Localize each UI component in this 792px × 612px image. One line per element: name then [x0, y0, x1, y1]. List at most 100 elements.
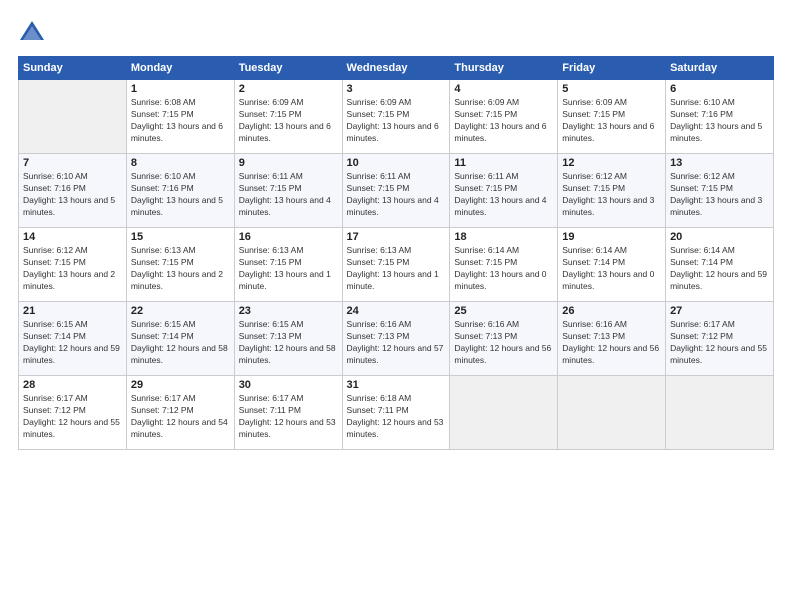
sunset-label: Sunset: 7:13 PM [239, 331, 302, 341]
weekday-header-tuesday: Tuesday [234, 57, 342, 80]
daylight-label: Daylight: 13 hours and 2 minutes. [23, 269, 115, 291]
sunrise-label: Sunrise: 6:13 AM [239, 245, 304, 255]
sunset-label: Sunset: 7:15 PM [347, 183, 410, 193]
daylight-label: Daylight: 13 hours and 3 minutes. [670, 195, 762, 217]
weekday-header-saturday: Saturday [666, 57, 774, 80]
header [18, 18, 774, 46]
calendar-cell: 18 Sunrise: 6:14 AM Sunset: 7:15 PM Dayl… [450, 228, 558, 302]
sunrise-label: Sunrise: 6:10 AM [131, 171, 196, 181]
day-info: Sunrise: 6:10 AM Sunset: 7:16 PM Dayligh… [23, 171, 122, 219]
sunrise-label: Sunrise: 6:08 AM [131, 97, 196, 107]
calendar-cell: 28 Sunrise: 6:17 AM Sunset: 7:12 PM Dayl… [19, 376, 127, 450]
sunset-label: Sunset: 7:14 PM [131, 331, 194, 341]
sunset-label: Sunset: 7:13 PM [454, 331, 517, 341]
calendar-cell: 15 Sunrise: 6:13 AM Sunset: 7:15 PM Dayl… [126, 228, 234, 302]
sunset-label: Sunset: 7:15 PM [670, 183, 733, 193]
day-number: 2 [239, 83, 338, 95]
calendar-cell: 31 Sunrise: 6:18 AM Sunset: 7:11 PM Dayl… [342, 376, 450, 450]
day-info: Sunrise: 6:11 AM Sunset: 7:15 PM Dayligh… [347, 171, 446, 219]
day-number: 23 [239, 305, 338, 317]
day-info: Sunrise: 6:17 AM Sunset: 7:12 PM Dayligh… [23, 393, 122, 441]
daylight-label: Daylight: 12 hours and 53 minutes. [239, 417, 336, 439]
day-info: Sunrise: 6:16 AM Sunset: 7:13 PM Dayligh… [562, 319, 661, 367]
sunrise-label: Sunrise: 6:09 AM [562, 97, 627, 107]
sunset-label: Sunset: 7:15 PM [562, 183, 625, 193]
day-info: Sunrise: 6:11 AM Sunset: 7:15 PM Dayligh… [239, 171, 338, 219]
sunset-label: Sunset: 7:15 PM [347, 109, 410, 119]
sunrise-label: Sunrise: 6:14 AM [670, 245, 735, 255]
sunrise-label: Sunrise: 6:12 AM [23, 245, 88, 255]
week-row-0: 1 Sunrise: 6:08 AM Sunset: 7:15 PM Dayli… [19, 80, 774, 154]
week-row-3: 21 Sunrise: 6:15 AM Sunset: 7:14 PM Dayl… [19, 302, 774, 376]
day-info: Sunrise: 6:08 AM Sunset: 7:15 PM Dayligh… [131, 97, 230, 145]
day-info: Sunrise: 6:14 AM Sunset: 7:14 PM Dayligh… [562, 245, 661, 293]
sunrise-label: Sunrise: 6:09 AM [239, 97, 304, 107]
day-info: Sunrise: 6:14 AM Sunset: 7:15 PM Dayligh… [454, 245, 553, 293]
sunrise-label: Sunrise: 6:17 AM [670, 319, 735, 329]
daylight-label: Daylight: 12 hours and 57 minutes. [347, 343, 444, 365]
day-info: Sunrise: 6:09 AM Sunset: 7:15 PM Dayligh… [239, 97, 338, 145]
day-info: Sunrise: 6:13 AM Sunset: 7:15 PM Dayligh… [131, 245, 230, 293]
sunset-label: Sunset: 7:15 PM [454, 183, 517, 193]
week-row-4: 28 Sunrise: 6:17 AM Sunset: 7:12 PM Dayl… [19, 376, 774, 450]
day-info: Sunrise: 6:14 AM Sunset: 7:14 PM Dayligh… [670, 245, 769, 293]
day-info: Sunrise: 6:12 AM Sunset: 7:15 PM Dayligh… [23, 245, 122, 293]
calendar-cell: 10 Sunrise: 6:11 AM Sunset: 7:15 PM Dayl… [342, 154, 450, 228]
sunrise-label: Sunrise: 6:09 AM [454, 97, 519, 107]
calendar-cell: 3 Sunrise: 6:09 AM Sunset: 7:15 PM Dayli… [342, 80, 450, 154]
daylight-label: Daylight: 13 hours and 0 minutes. [454, 269, 546, 291]
calendar-table: SundayMondayTuesdayWednesdayThursdayFrid… [18, 56, 774, 450]
sunset-label: Sunset: 7:11 PM [239, 405, 301, 415]
daylight-label: Daylight: 13 hours and 6 minutes. [347, 121, 439, 143]
day-number: 8 [131, 157, 230, 169]
day-info: Sunrise: 6:16 AM Sunset: 7:13 PM Dayligh… [347, 319, 446, 367]
day-info: Sunrise: 6:09 AM Sunset: 7:15 PM Dayligh… [347, 97, 446, 145]
sunrise-label: Sunrise: 6:12 AM [562, 171, 627, 181]
daylight-label: Daylight: 12 hours and 54 minutes. [131, 417, 228, 439]
day-info: Sunrise: 6:15 AM Sunset: 7:13 PM Dayligh… [239, 319, 338, 367]
daylight-label: Daylight: 12 hours and 56 minutes. [454, 343, 551, 365]
sunrise-label: Sunrise: 6:09 AM [347, 97, 412, 107]
day-number: 18 [454, 231, 553, 243]
calendar-cell: 20 Sunrise: 6:14 AM Sunset: 7:14 PM Dayl… [666, 228, 774, 302]
sunset-label: Sunset: 7:15 PM [131, 109, 194, 119]
day-info: Sunrise: 6:13 AM Sunset: 7:15 PM Dayligh… [239, 245, 338, 293]
sunrise-label: Sunrise: 6:14 AM [562, 245, 627, 255]
day-number: 20 [670, 231, 769, 243]
sunset-label: Sunset: 7:15 PM [239, 183, 302, 193]
day-info: Sunrise: 6:12 AM Sunset: 7:15 PM Dayligh… [670, 171, 769, 219]
calendar-cell [450, 376, 558, 450]
calendar-cell: 24 Sunrise: 6:16 AM Sunset: 7:13 PM Dayl… [342, 302, 450, 376]
day-number: 14 [23, 231, 122, 243]
day-info: Sunrise: 6:13 AM Sunset: 7:15 PM Dayligh… [347, 245, 446, 293]
sunset-label: Sunset: 7:12 PM [23, 405, 86, 415]
sunset-label: Sunset: 7:15 PM [239, 257, 302, 267]
day-info: Sunrise: 6:17 AM Sunset: 7:12 PM Dayligh… [670, 319, 769, 367]
sunset-label: Sunset: 7:16 PM [23, 183, 86, 193]
sunrise-label: Sunrise: 6:10 AM [670, 97, 735, 107]
logo-icon [18, 18, 46, 46]
calendar-cell: 13 Sunrise: 6:12 AM Sunset: 7:15 PM Dayl… [666, 154, 774, 228]
sunrise-label: Sunrise: 6:15 AM [131, 319, 196, 329]
day-info: Sunrise: 6:17 AM Sunset: 7:12 PM Dayligh… [131, 393, 230, 441]
calendar-cell [558, 376, 666, 450]
day-number: 29 [131, 379, 230, 391]
daylight-label: Daylight: 13 hours and 4 minutes. [454, 195, 546, 217]
day-number: 31 [347, 379, 446, 391]
sunset-label: Sunset: 7:15 PM [131, 257, 194, 267]
calendar-cell: 4 Sunrise: 6:09 AM Sunset: 7:15 PM Dayli… [450, 80, 558, 154]
daylight-label: Daylight: 12 hours and 55 minutes. [670, 343, 767, 365]
day-info: Sunrise: 6:09 AM Sunset: 7:15 PM Dayligh… [454, 97, 553, 145]
sunrise-label: Sunrise: 6:17 AM [239, 393, 304, 403]
sunrise-label: Sunrise: 6:17 AM [131, 393, 196, 403]
sunrise-label: Sunrise: 6:12 AM [670, 171, 735, 181]
sunset-label: Sunset: 7:15 PM [454, 109, 517, 119]
day-number: 22 [131, 305, 230, 317]
weekday-header-sunday: Sunday [19, 57, 127, 80]
daylight-label: Daylight: 13 hours and 5 minutes. [23, 195, 115, 217]
sunset-label: Sunset: 7:14 PM [670, 257, 733, 267]
weekday-header-wednesday: Wednesday [342, 57, 450, 80]
day-number: 3 [347, 83, 446, 95]
day-number: 12 [562, 157, 661, 169]
calendar-cell: 12 Sunrise: 6:12 AM Sunset: 7:15 PM Dayl… [558, 154, 666, 228]
